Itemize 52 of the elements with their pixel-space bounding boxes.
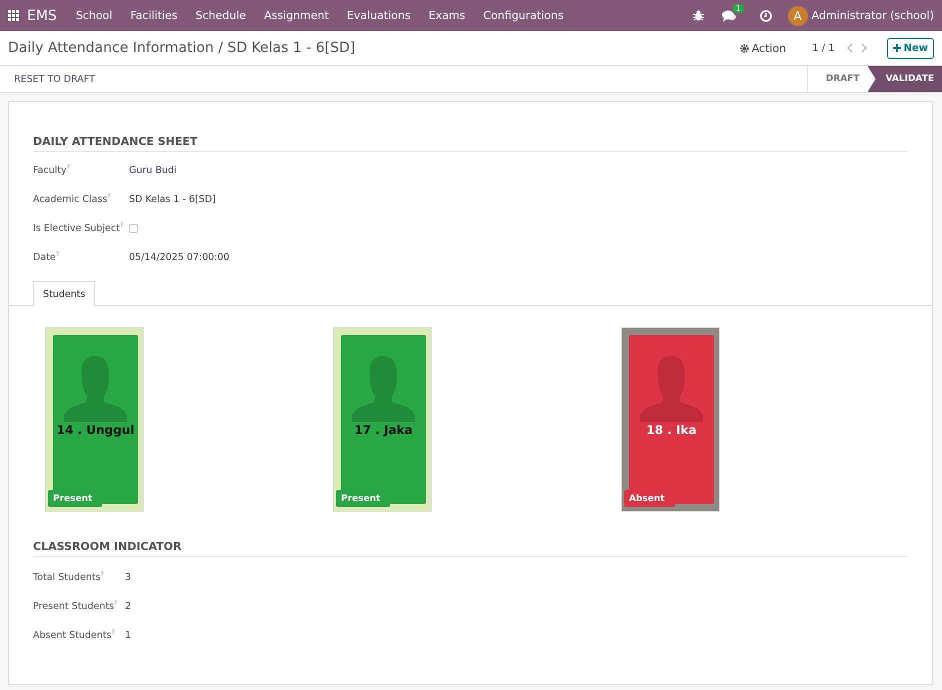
gear-icon: [740, 44, 749, 52]
person-silhouette-icon: [640, 356, 703, 422]
menu-item[interactable]: Assignment: [255, 9, 338, 22]
field-value: 05/14/2025 07:00:00: [129, 252, 230, 263]
apps-menu-icon[interactable]: [8, 10, 19, 21]
field-label: Date$^{?}$: [33, 251, 60, 264]
notification-badge: 1: [732, 4, 744, 12]
new-button[interactable]: New: [886, 38, 934, 58]
field-value: SD Kelas 1 - 6[SD]: [129, 194, 216, 205]
student-card[interactable]: 14 . Unggul Present: [45, 327, 144, 512]
chat-icon[interactable]: [722, 10, 736, 22]
breadcrumb: Daily Attendance Information / SD Kelas 1 - 6[SD]: [8, 40, 356, 56]
clock-icon[interactable]: [760, 10, 772, 22]
tab[interactable]: Students: [33, 281, 96, 306]
faculty-link[interactable]: Guru Budi: [129, 165, 177, 176]
menu-item[interactable]: School: [66, 9, 122, 22]
checkbox[interactable]: [129, 224, 138, 233]
user-avatar[interactable]: A: [788, 6, 808, 26]
plus-icon: [892, 44, 901, 52]
field-label: Present Students$^{?}$: [33, 600, 118, 613]
field-label: Total Students$^{?}$: [33, 571, 105, 584]
field-label: Faculty$^{?}$: [33, 164, 71, 177]
student-card[interactable]: 17 . Jaka Present: [333, 327, 432, 512]
bug-icon[interactable]: [692, 10, 704, 21]
app-name[interactable]: EMS: [19, 8, 67, 24]
status-badge: Present: [336, 490, 390, 507]
field-label: Is Elective Subject$^{?}$: [33, 222, 124, 235]
action-menu[interactable]: Action: [740, 42, 786, 54]
menu-item[interactable]: Exams: [420, 9, 474, 22]
field-value: 3: [125, 572, 132, 583]
student-name: 14 . Unggul: [56, 423, 134, 437]
field-label: Absent Students$^{?}$: [33, 629, 116, 642]
person-silhouette-icon: [64, 356, 127, 422]
section-heading: CLASSROOM INDICATOR: [33, 540, 908, 557]
menu-item[interactable]: Configurations: [474, 9, 573, 22]
status-stage[interactable]: VALIDATE: [868, 66, 942, 92]
student-name: 18 . Ika: [646, 423, 697, 437]
student-name: 17 . Jaka: [354, 423, 413, 437]
person-silhouette-icon: [352, 356, 415, 422]
pager-value: 1 / 1: [812, 42, 835, 54]
menu-item[interactable]: Schedule: [186, 9, 256, 22]
section-heading: DAILY ATTENDANCE SHEET: [33, 135, 908, 152]
status-badge: Absent: [624, 490, 675, 507]
reset-to-draft-button[interactable]: RESET TO DRAFT: [14, 74, 807, 84]
field-value: 2: [125, 601, 132, 612]
menu-item[interactable]: Evaluations: [338, 9, 420, 22]
student-card[interactable]: 18 . Ika Absent: [621, 327, 720, 512]
menu-item[interactable]: Facilities: [121, 9, 186, 22]
status-badge: Present: [48, 490, 102, 507]
user-menu[interactable]: Administrator (school): [812, 9, 934, 22]
field-value: 1: [125, 630, 132, 641]
field-label: Academic Class$^{?}$: [33, 193, 112, 206]
